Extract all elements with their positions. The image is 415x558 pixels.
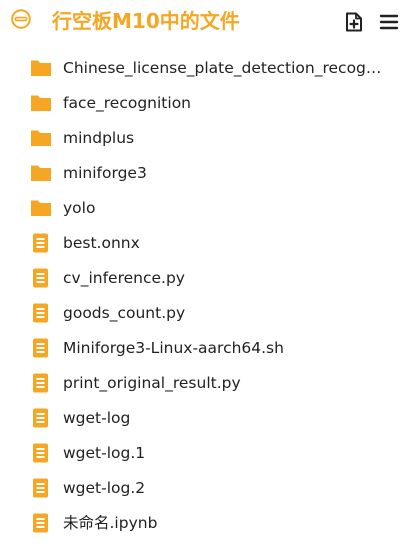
folder-item[interactable]: Chinese_license_plate_detection_recognit… — [0, 51, 415, 86]
hamburger-menu-icon[interactable] — [378, 11, 400, 33]
file-name: cv_inference.py — [63, 269, 185, 287]
file-item[interactable]: goods_count.py — [0, 296, 415, 331]
file-item[interactable]: print_original_result.py — [0, 366, 415, 401]
document-icon — [30, 338, 52, 358]
file-name: print_original_result.py — [63, 374, 241, 392]
folder-icon — [30, 59, 52, 77]
file-name: Chinese_license_plate_detection_recognit… — [63, 59, 383, 77]
folder-item[interactable]: mindplus — [0, 121, 415, 156]
folder-icon — [30, 164, 52, 182]
document-icon — [30, 408, 52, 428]
file-name: face_recognition — [63, 94, 191, 112]
file-item[interactable]: 未命名.ipynb — [0, 506, 415, 541]
file-item[interactable]: wget-log.2 — [0, 471, 415, 506]
file-name: best.onnx — [63, 234, 140, 252]
file-name: goods_count.py — [63, 304, 186, 322]
file-name: wget-log.2 — [63, 479, 146, 497]
file-name: wget-log — [63, 409, 131, 427]
new-file-icon[interactable] — [343, 11, 365, 33]
file-name: Miniforge3-Linux-aarch64.sh — [63, 339, 284, 357]
document-icon — [30, 513, 52, 533]
file-item[interactable]: cv_inference.py — [0, 261, 415, 296]
document-icon — [30, 443, 52, 463]
document-icon — [30, 478, 52, 498]
page-title: 行空板M10中的文件 — [52, 9, 240, 33]
file-item[interactable]: wget-log.1 — [0, 436, 415, 471]
document-icon — [30, 373, 52, 393]
file-item[interactable]: best.onnx — [0, 226, 415, 261]
file-list: Chinese_license_plate_detection_recognit… — [0, 51, 415, 541]
document-icon — [30, 303, 52, 323]
folder-item[interactable]: miniforge3 — [0, 156, 415, 191]
document-icon — [30, 268, 52, 288]
folder-icon — [30, 129, 52, 147]
file-name: yolo — [63, 199, 96, 217]
file-name: wget-log.1 — [63, 444, 146, 462]
folder-item[interactable]: face_recognition — [0, 86, 415, 121]
file-item[interactable]: wget-log — [0, 401, 415, 436]
file-name: 未命名.ipynb — [63, 514, 158, 532]
file-name: mindplus — [63, 129, 135, 147]
file-item[interactable]: Miniforge3-Linux-aarch64.sh — [0, 331, 415, 366]
header: 行空板M10中的文件 — [0, 0, 415, 44]
folder-icon — [30, 199, 52, 217]
file-browser: 行空板M10中的文件 Chinese_license_plate_detecti… — [0, 0, 415, 558]
folder-item[interactable]: yolo — [0, 191, 415, 226]
logo-ring-icon — [11, 9, 31, 29]
document-icon — [30, 233, 52, 253]
file-name: miniforge3 — [63, 164, 147, 182]
folder-icon — [30, 94, 52, 112]
